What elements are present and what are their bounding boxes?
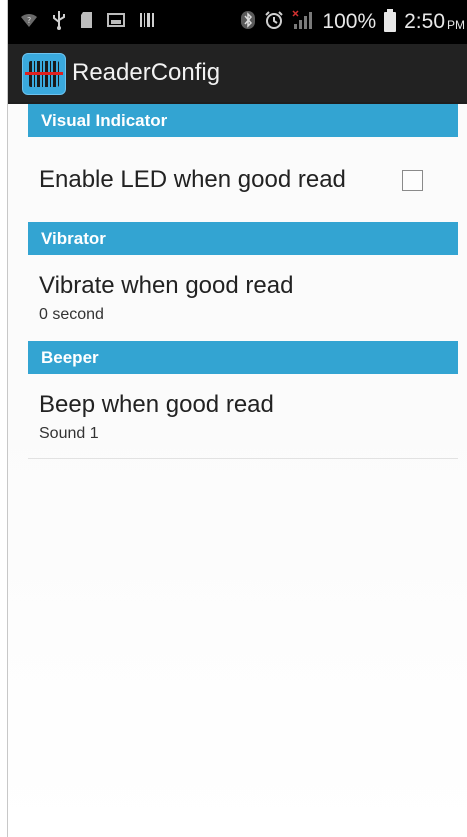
status-bar: ? 100% 2:50 PM [8, 0, 467, 44]
status-time-suffix: PM [447, 18, 465, 32]
category-vibrator: Vibrator [28, 222, 458, 255]
alarm-icon [264, 10, 284, 34]
category-visual-indicator: Visual Indicator [28, 104, 458, 137]
category-beeper: Beeper [28, 341, 458, 374]
app-screen: ? 100% 2:50 PM ReaderConfig Visual Indic… [8, 0, 467, 837]
list-divider [28, 458, 458, 459]
barcode-icon [139, 12, 155, 32]
status-notifications: ? [20, 0, 155, 44]
battery-icon [384, 9, 397, 32]
app-title: ReaderConfig [72, 59, 221, 86]
window-edge [0, 0, 8, 837]
action-bar: ReaderConfig [8, 44, 467, 104]
screenshot-icon [107, 13, 125, 31]
status-system: 100% 2:50 PM [240, 0, 465, 44]
signal-icon [292, 10, 314, 34]
sd-card-icon [80, 11, 93, 33]
pref-enable-led-title: Enable LED when good read [39, 166, 346, 193]
pref-vibrate-summary: 0 second [39, 306, 104, 323]
battery-percent: 100% [322, 10, 377, 33]
svg-text:?: ? [27, 16, 31, 25]
pref-beep-title: Beep when good read [39, 391, 274, 418]
bluetooth-icon [240, 10, 256, 34]
barcode-scanner-app-icon[interactable] [22, 53, 66, 95]
status-time: 2:50 [404, 10, 445, 33]
wifi-question-icon: ? [20, 12, 38, 32]
pref-vibrate-title: Vibrate when good read [39, 272, 294, 299]
pref-beep-summary: Sound 1 [39, 425, 99, 442]
enable-led-checkbox[interactable] [402, 170, 423, 191]
usb-icon [52, 10, 66, 34]
